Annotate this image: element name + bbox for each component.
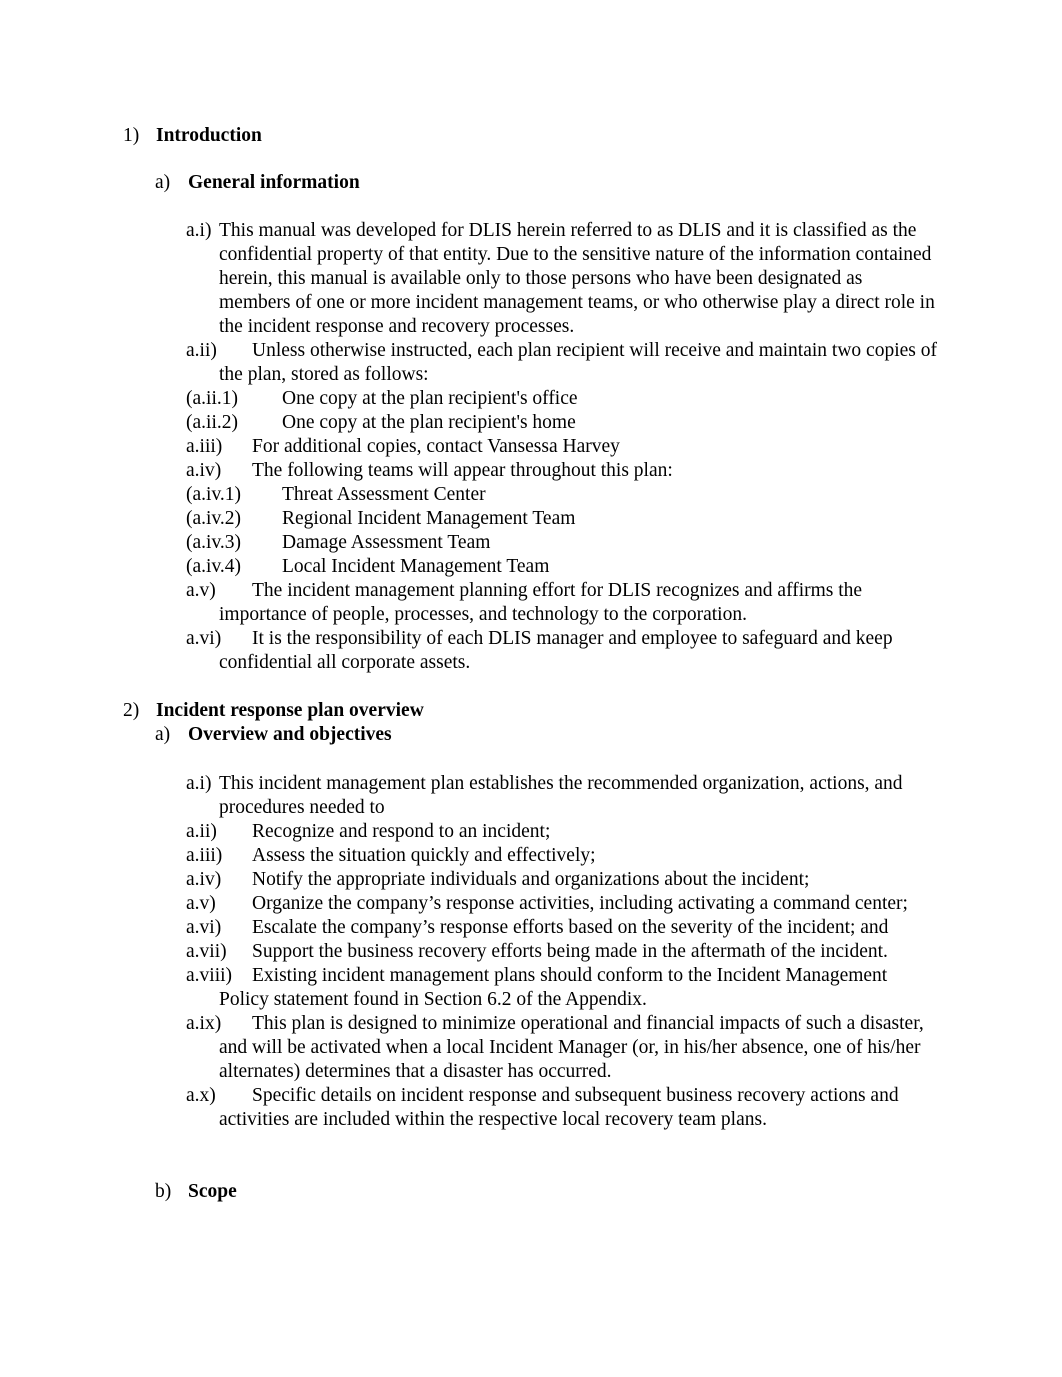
list-item: a.ix) This plan is designed to minimize o… xyxy=(186,1012,938,1084)
item-marker: a.iii) xyxy=(186,845,223,866)
list-item: (a.ii.1) One copy at the plan recipient's… xyxy=(186,387,938,411)
item-text: Local Incident Management Team xyxy=(282,556,550,577)
section-1-title: Introduction xyxy=(156,125,262,146)
section-2-heading-row: 2) Incident response plan overview a) Ov… xyxy=(0,699,1062,747)
item-marker: a.i) xyxy=(186,773,212,794)
item-1a-ii: a.ii) Unless otherwise instructed, each p… xyxy=(186,339,938,675)
item-marker: (a.iv.1) xyxy=(186,484,242,505)
list-item: (a.iv.3) Damage Assessment Team xyxy=(186,531,938,555)
item-text: Threat Assessment Center xyxy=(282,484,486,505)
document-page: 1) Introduction a) General information a… xyxy=(0,0,1062,1377)
section-1a-heading-row: a) General information xyxy=(0,171,1062,195)
item-text: Existing incident management plans shoul… xyxy=(219,965,888,1010)
section-1-marker: 1) xyxy=(123,125,140,146)
list-item: a.iii) For additional copies, contact Van… xyxy=(186,435,938,459)
item-marker: a.ii) xyxy=(186,340,217,361)
section-1a-marker: a) xyxy=(155,172,171,193)
list-item: (a.iv.1) Threat Assessment Center xyxy=(186,483,938,507)
section-1a-heading: a) General information xyxy=(0,171,1062,195)
section-1-heading-row: 1) Introduction xyxy=(0,124,1062,148)
list-item: a.iv) Notify the appropriate individuals … xyxy=(186,868,938,892)
list-item: (a.iv.4) Local Incident Management Team xyxy=(186,555,938,579)
item-text: This incident management plan establishe… xyxy=(219,773,903,818)
list-item: (a.ii.2) One copy at the plan recipient's… xyxy=(186,411,938,435)
section-2-heading: 2) Incident response plan overview xyxy=(0,699,1062,723)
item-text: The following teams will appear througho… xyxy=(252,460,673,481)
item-text: Regional Incident Management Team xyxy=(282,508,576,529)
list-item: a.i) This incident management plan establ… xyxy=(186,772,938,820)
section-2-title: Incident response plan overview xyxy=(156,700,424,721)
item-marker: a.vi) xyxy=(186,628,222,649)
section-1-heading: 1) Introduction xyxy=(0,124,1062,148)
section-2a-title: Overview and objectives xyxy=(188,724,392,745)
item-marker: a.ix) xyxy=(186,1013,222,1034)
item-text: The incident management planning effort … xyxy=(219,580,863,625)
section-2b-marker: b) xyxy=(155,1181,172,1202)
list-item: a.v) Organize the company’s response acti… xyxy=(186,892,938,916)
item-text: Organize the company’s response activiti… xyxy=(252,893,908,914)
item-text: Specific details on incident response an… xyxy=(219,1085,899,1130)
item-text: One copy at the plan recipient's home xyxy=(282,412,576,433)
item-marker: a.v) xyxy=(186,893,216,914)
list-item: a.v) The incident management planning eff… xyxy=(186,579,938,627)
item-text: It is the responsibility of each DLIS ma… xyxy=(219,628,893,673)
item-text: Unless otherwise instructed, each plan r… xyxy=(219,340,937,385)
list-item: a.vi) Escalate the company’s response eff… xyxy=(186,916,938,940)
item-marker: a.viii) xyxy=(186,965,233,986)
item-marker: a.v) xyxy=(186,580,216,601)
list-item: a.iii) Assess the situation quickly and e… xyxy=(186,844,938,868)
list-item: a.iv) The following teams will appear thr… xyxy=(186,459,938,483)
item-marker: (a.ii.1) xyxy=(186,388,238,409)
item-marker: (a.ii.2) xyxy=(186,412,238,433)
list-item: a.i) This manual was developed for DLIS h… xyxy=(186,219,938,339)
item-text: Notify the appropriate individuals and o… xyxy=(252,869,810,890)
section-2-marker: 2) xyxy=(123,700,140,721)
list-item: a.x) Specific details on incident respons… xyxy=(186,1084,938,1132)
list-item: (a.iv.2) Regional Incident Management Tea… xyxy=(186,507,938,531)
list-item: a.vi) It is the responsibility of each DL… xyxy=(186,627,938,675)
section-2b-heading-row: b) Scope xyxy=(0,1180,1062,1204)
section-2b-heading: b) Scope xyxy=(0,1180,1062,1204)
item-marker: a.i) xyxy=(186,220,212,241)
section-1a-title: General information xyxy=(188,172,360,193)
item-marker: (a.iv.4) xyxy=(186,556,242,577)
list-item: a.vii) Support the business recovery effo… xyxy=(186,940,938,964)
section-2a-heading: a) Overview and objectives xyxy=(0,723,1062,747)
item-text: Recognize and respond to an incident; xyxy=(252,821,551,842)
item-marker: a.vii) xyxy=(186,941,227,962)
section-2a-marker: a) xyxy=(155,724,171,745)
item-text: Escalate the company’s response efforts … xyxy=(252,917,889,938)
item-marker: (a.iv.2) xyxy=(186,508,242,529)
item-text: One copy at the plan recipient's office xyxy=(282,388,578,409)
item-1a-i: a.i) This manual was developed for DLIS h… xyxy=(186,219,938,339)
item-text: Damage Assessment Team xyxy=(282,532,491,553)
item-marker: a.x) xyxy=(186,1085,216,1106)
item-marker: a.iv) xyxy=(186,460,222,481)
item-text: This plan is designed to minimize operat… xyxy=(219,1013,924,1082)
item-text: Support the business recovery efforts be… xyxy=(252,941,888,962)
item-text: For additional copies, contact Vansessa … xyxy=(252,436,620,457)
list-item: a.viii) Existing incident management plan… xyxy=(186,964,938,1012)
section-2a-items: a.i) This incident management plan establ… xyxy=(186,772,938,1132)
item-marker: a.ii) xyxy=(186,821,217,842)
list-item: a.ii) Unless otherwise instructed, each p… xyxy=(186,339,938,387)
item-marker: (a.iv.3) xyxy=(186,532,242,553)
item-marker: a.iv) xyxy=(186,869,222,890)
section-2b-title: Scope xyxy=(188,1181,237,1202)
list-item: a.ii) Recognize and respond to an inciden… xyxy=(186,820,938,844)
item-marker: a.iii) xyxy=(186,436,223,457)
item-text: Assess the situation quickly and effecti… xyxy=(252,845,596,866)
item-marker: a.vi) xyxy=(186,917,222,938)
item-text: This manual was developed for DLIS herei… xyxy=(219,220,935,337)
